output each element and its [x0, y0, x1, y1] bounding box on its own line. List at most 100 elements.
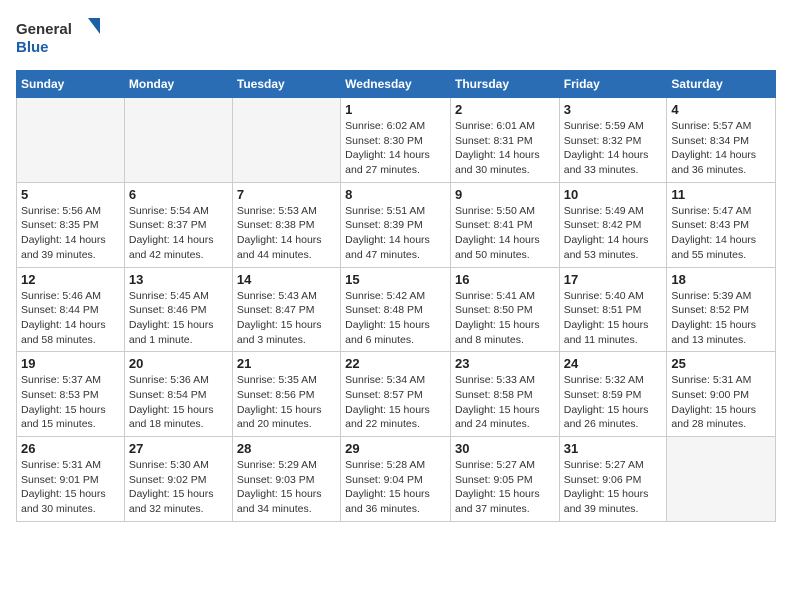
day-number: 7	[237, 187, 336, 202]
calendar-cell: 9 Sunrise: 5:50 AM Sunset: 8:41 PM Daylig…	[450, 182, 559, 267]
logo-svg: General Blue	[16, 16, 106, 58]
day-info: Sunrise: 5:41 AM Sunset: 8:50 PM Dayligh…	[455, 289, 555, 348]
day-number: 12	[21, 272, 120, 287]
day-info: Sunrise: 5:43 AM Sunset: 8:47 PM Dayligh…	[237, 289, 336, 348]
calendar-week-1: 1 Sunrise: 6:02 AM Sunset: 8:30 PM Daylig…	[17, 98, 776, 183]
day-number: 2	[455, 102, 555, 117]
calendar-cell: 27Sunrise: 5:30 AM Sunset: 9:02 PM Dayli…	[124, 437, 232, 522]
calendar-cell: 29Sunrise: 5:28 AM Sunset: 9:04 PM Dayli…	[341, 437, 451, 522]
weekday-header-monday: Monday	[124, 71, 232, 98]
weekday-header-friday: Friday	[559, 71, 667, 98]
calendar-week-5: 26 Sunrise: 5:31 AM Sunset: 9:01 PM Dayli…	[17, 437, 776, 522]
day-info: Sunrise: 5:27 AM Sunset: 9:06 PM Dayligh…	[564, 458, 663, 517]
day-number: 18	[671, 272, 771, 287]
weekday-header-tuesday: Tuesday	[232, 71, 340, 98]
day-info: Sunrise: 5:36 AM Sunset: 8:54 PM Dayligh…	[129, 373, 228, 432]
calendar-cell: 15 Sunrise: 5:42 AM Sunset: 8:48 PM Dayli…	[341, 267, 451, 352]
day-number: 29	[345, 441, 446, 456]
day-number: 30	[455, 441, 555, 456]
calendar-cell: 22Sunrise: 5:34 AM Sunset: 8:57 PM Dayli…	[341, 352, 451, 437]
svg-text:Blue: Blue	[16, 39, 49, 56]
calendar-cell: 20 Sunrise: 5:36 AM Sunset: 8:54 PM Dayli…	[124, 352, 232, 437]
day-info: Sunrise: 5:46 AM Sunset: 8:44 PM Dayligh…	[21, 289, 120, 348]
day-info: Sunrise: 5:35 AM Sunset: 8:56 PM Dayligh…	[237, 373, 336, 432]
day-info: Sunrise: 5:50 AM Sunset: 8:41 PM Dayligh…	[455, 204, 555, 263]
day-info: Sunrise: 5:51 AM Sunset: 8:39 PM Dayligh…	[345, 204, 446, 263]
day-info: Sunrise: 5:33 AM Sunset: 8:58 PM Dayligh…	[455, 373, 555, 432]
day-number: 20	[129, 356, 228, 371]
calendar-cell: 14 Sunrise: 5:43 AM Sunset: 8:47 PM Dayli…	[232, 267, 340, 352]
day-info: Sunrise: 5:45 AM Sunset: 8:46 PM Dayligh…	[129, 289, 228, 348]
calendar-cell: 6 Sunrise: 5:54 AM Sunset: 8:37 PM Daylig…	[124, 182, 232, 267]
day-info: Sunrise: 5:57 AM Sunset: 8:34 PM Dayligh…	[671, 119, 771, 178]
day-info: Sunrise: 5:29 AM Sunset: 9:03 PM Dayligh…	[237, 458, 336, 517]
day-number: 3	[564, 102, 663, 117]
day-number: 4	[671, 102, 771, 117]
calendar-cell: 28 Sunrise: 5:29 AM Sunset: 9:03 PM Dayli…	[232, 437, 340, 522]
calendar-cell: 23 Sunrise: 5:33 AM Sunset: 8:58 PM Dayli…	[450, 352, 559, 437]
calendar-cell	[124, 98, 232, 183]
weekday-header-wednesday: Wednesday	[341, 71, 451, 98]
day-info: Sunrise: 5:31 AM Sunset: 9:01 PM Dayligh…	[21, 458, 120, 517]
day-info: Sunrise: 5:42 AM Sunset: 8:48 PM Dayligh…	[345, 289, 446, 348]
day-number: 21	[237, 356, 336, 371]
day-info: Sunrise: 5:53 AM Sunset: 8:38 PM Dayligh…	[237, 204, 336, 263]
day-number: 9	[455, 187, 555, 202]
calendar-cell: 30Sunrise: 5:27 AM Sunset: 9:05 PM Dayli…	[450, 437, 559, 522]
calendar-cell: 10Sunrise: 5:49 AM Sunset: 8:42 PM Dayli…	[559, 182, 667, 267]
calendar-cell: 12 Sunrise: 5:46 AM Sunset: 8:44 PM Dayli…	[17, 267, 125, 352]
calendar-cell: 8Sunrise: 5:51 AM Sunset: 8:39 PM Daylig…	[341, 182, 451, 267]
calendar-cell: 18Sunrise: 5:39 AM Sunset: 8:52 PM Dayli…	[667, 267, 776, 352]
calendar-cell: 7 Sunrise: 5:53 AM Sunset: 8:38 PM Daylig…	[232, 182, 340, 267]
calendar-cell	[667, 437, 776, 522]
calendar-cell: 3 Sunrise: 5:59 AM Sunset: 8:32 PM Daylig…	[559, 98, 667, 183]
day-info: Sunrise: 5:31 AM Sunset: 9:00 PM Dayligh…	[671, 373, 771, 432]
day-info: Sunrise: 5:30 AM Sunset: 9:02 PM Dayligh…	[129, 458, 228, 517]
calendar-cell: 17 Sunrise: 5:40 AM Sunset: 8:51 PM Dayli…	[559, 267, 667, 352]
svg-text:General: General	[16, 21, 72, 38]
day-number: 11	[671, 187, 771, 202]
day-number: 6	[129, 187, 228, 202]
day-number: 17	[564, 272, 663, 287]
day-number: 23	[455, 356, 555, 371]
day-info: Sunrise: 5:32 AM Sunset: 8:59 PM Dayligh…	[564, 373, 663, 432]
calendar-week-2: 5 Sunrise: 5:56 AM Sunset: 8:35 PM Daylig…	[17, 182, 776, 267]
calendar-week-3: 12 Sunrise: 5:46 AM Sunset: 8:44 PM Dayli…	[17, 267, 776, 352]
day-number: 26	[21, 441, 120, 456]
calendar-cell: 13Sunrise: 5:45 AM Sunset: 8:46 PM Dayli…	[124, 267, 232, 352]
day-info: Sunrise: 5:56 AM Sunset: 8:35 PM Dayligh…	[21, 204, 120, 263]
weekday-header-thursday: Thursday	[450, 71, 559, 98]
day-number: 5	[21, 187, 120, 202]
calendar-cell: 5 Sunrise: 5:56 AM Sunset: 8:35 PM Daylig…	[17, 182, 125, 267]
day-number: 22	[345, 356, 446, 371]
day-number: 15	[345, 272, 446, 287]
calendar-cell: 24 Sunrise: 5:32 AM Sunset: 8:59 PM Dayli…	[559, 352, 667, 437]
day-number: 10	[564, 187, 663, 202]
weekday-header-row: SundayMondayTuesdayWednesdayThursdayFrid…	[17, 71, 776, 98]
calendar-table: SundayMondayTuesdayWednesdayThursdayFrid…	[16, 70, 776, 522]
calendar-week-4: 19Sunrise: 5:37 AM Sunset: 8:53 PM Dayli…	[17, 352, 776, 437]
calendar-cell: 31 Sunrise: 5:27 AM Sunset: 9:06 PM Dayli…	[559, 437, 667, 522]
page-header: General Blue	[16, 16, 776, 58]
day-number: 25	[671, 356, 771, 371]
calendar-cell: 16 Sunrise: 5:41 AM Sunset: 8:50 PM Dayli…	[450, 267, 559, 352]
day-number: 16	[455, 272, 555, 287]
day-number: 14	[237, 272, 336, 287]
calendar-cell: 26 Sunrise: 5:31 AM Sunset: 9:01 PM Dayli…	[17, 437, 125, 522]
calendar-cell	[17, 98, 125, 183]
day-number: 28	[237, 441, 336, 456]
day-info: Sunrise: 6:01 AM Sunset: 8:31 PM Dayligh…	[455, 119, 555, 178]
weekday-header-sunday: Sunday	[17, 71, 125, 98]
calendar-cell: 25 Sunrise: 5:31 AM Sunset: 9:00 PM Dayli…	[667, 352, 776, 437]
calendar-cell: 2 Sunrise: 6:01 AM Sunset: 8:31 PM Daylig…	[450, 98, 559, 183]
day-info: Sunrise: 5:47 AM Sunset: 8:43 PM Dayligh…	[671, 204, 771, 263]
day-info: Sunrise: 5:59 AM Sunset: 8:32 PM Dayligh…	[564, 119, 663, 178]
day-number: 24	[564, 356, 663, 371]
calendar-cell: 19Sunrise: 5:37 AM Sunset: 8:53 PM Dayli…	[17, 352, 125, 437]
day-info: Sunrise: 6:02 AM Sunset: 8:30 PM Dayligh…	[345, 119, 446, 178]
day-info: Sunrise: 5:37 AM Sunset: 8:53 PM Dayligh…	[21, 373, 120, 432]
day-info: Sunrise: 5:54 AM Sunset: 8:37 PM Dayligh…	[129, 204, 228, 263]
day-number: 31	[564, 441, 663, 456]
day-number: 1	[345, 102, 446, 117]
day-info: Sunrise: 5:40 AM Sunset: 8:51 PM Dayligh…	[564, 289, 663, 348]
